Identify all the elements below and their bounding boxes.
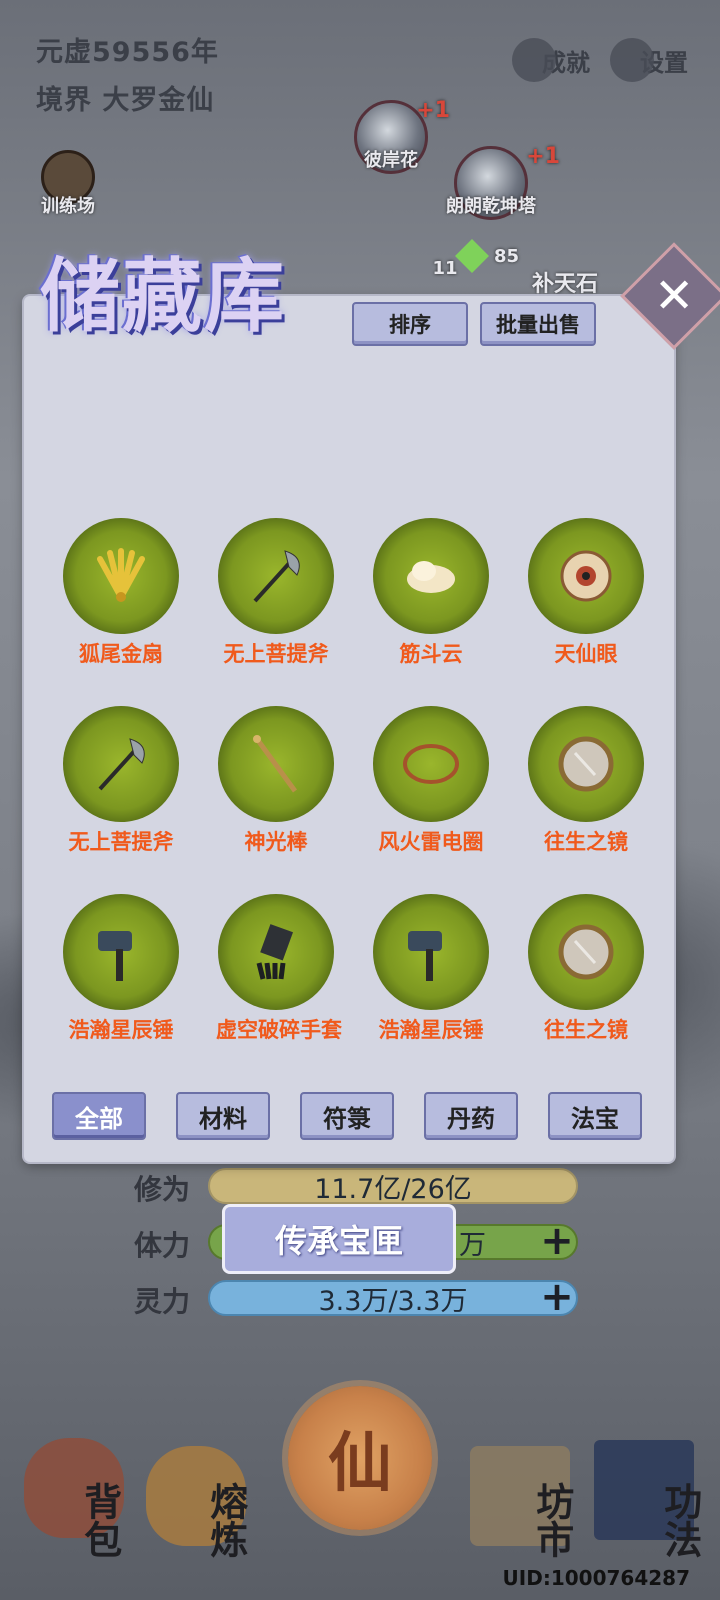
item-frame — [528, 894, 644, 1010]
user-id: UID:1000764287 — [502, 1566, 690, 1590]
realm-label: 境界 — [36, 85, 92, 116]
item-slot[interactable]: 往生之镜 — [526, 706, 646, 856]
eye-icon — [560, 550, 612, 602]
item-name: 无上菩提斧 — [68, 830, 174, 854]
item-frame — [528, 518, 644, 634]
floater-tower[interactable]: +1 朗朗乾坤塔 — [436, 144, 560, 220]
item-frame — [373, 706, 489, 822]
item-slot[interactable]: 浩瀚星辰锤 — [61, 894, 181, 1044]
game-year: 元虚59556年 — [36, 37, 219, 68]
tab-materials[interactable]: 材料 — [176, 1092, 270, 1140]
gauntlet-icon — [256, 924, 294, 980]
item-slot[interactable]: 天仙眼 — [526, 518, 646, 668]
item-name: 狐尾金扇 — [79, 642, 163, 666]
item-slot[interactable]: 往生之镜 — [526, 894, 646, 1044]
jade-icon — [455, 239, 489, 273]
stamina-plus-button[interactable]: + — [535, 1218, 579, 1264]
item-count-badge: 11 — [432, 258, 458, 279]
stamina-label: 体力 — [134, 1229, 191, 1262]
axe-icon — [253, 550, 300, 603]
hammer-icon — [98, 931, 132, 981]
floater-bianhua[interactable]: +1 彼岸花 — [346, 98, 450, 174]
item-slot[interactable]: 无上菩提斧 — [61, 706, 181, 856]
item-name: 神光棒 — [244, 830, 308, 854]
item-name: 浩瀚星辰锤 — [378, 1018, 484, 1042]
bulk-sell-button[interactable]: 批量出售 — [480, 302, 596, 346]
tab-all[interactable]: 全部 — [52, 1092, 146, 1140]
item-slot[interactable]: 浩瀚星辰锤 — [371, 894, 491, 1044]
item-name: 往生之镜 — [544, 830, 628, 854]
nav-center-xian[interactable]: 仙 — [288, 1386, 432, 1530]
legacy-box-button[interactable]: 传承宝匣 — [222, 1204, 456, 1274]
nav-market[interactable]: 坊市 — [530, 1482, 574, 1558]
moon-star-icon — [512, 38, 556, 82]
ring-icon — [403, 744, 459, 784]
sort-button[interactable]: 排序 — [352, 302, 468, 346]
item-frame — [218, 894, 334, 1010]
item-slot[interactable]: 风火雷电圈 — [371, 706, 491, 856]
mirror-icon — [558, 736, 614, 792]
realm-value: 大罗金仙 — [102, 85, 215, 116]
cloud-icon — [407, 561, 455, 593]
nav-bag[interactable]: 背包 — [78, 1482, 122, 1558]
category-tabs: 全部 材料 符箓 丹药 法宝 — [52, 1092, 642, 1140]
item-name: 风火雷电圈 — [378, 830, 484, 854]
cultivation-label: 修为 — [134, 1173, 191, 1206]
achievements-button[interactable]: 成就 — [506, 30, 596, 90]
item-frame — [218, 518, 334, 634]
item-frame — [373, 894, 489, 1010]
cultivation-bar: 11.7亿/26亿 — [208, 1168, 578, 1205]
fan-icon — [97, 548, 145, 602]
item-name: 筋斗云 — [399, 642, 463, 666]
item-scroll-area[interactable]: 狐尾金扇 无上菩提斧 筋斗云 天仙眼 无上菩提斧 神光棒 风火雷电圈 往生之镜 浩瀚星辰锤 虚空破… — [24, 392, 674, 1057]
close-icon: ✕ — [653, 268, 695, 324]
item-slot[interactable]: 神光棒 — [216, 706, 336, 856]
item-frame — [63, 894, 179, 1010]
floater-butianshi[interactable]: 补天石 — [515, 266, 615, 298]
item-slot[interactable]: 虚空破碎手套 — [216, 894, 342, 1044]
item-slot[interactable]: 无上菩提斧 — [216, 518, 336, 668]
axe-icon — [98, 738, 145, 791]
item-slot[interactable]: 狐尾金扇 — [61, 518, 181, 668]
item-name: 浩瀚星辰锤 — [68, 1018, 174, 1042]
spirit-label: 灵力 — [134, 1285, 191, 1318]
tab-talismans[interactable]: 符箓 — [300, 1092, 394, 1140]
item-grid: 狐尾金扇 无上菩提斧 筋斗云 天仙眼 无上菩提斧 神光棒 风火雷电圈 往生之镜 浩瀚星辰锤 虚空破… — [61, 518, 644, 1057]
spirit-plus-button[interactable]: + — [535, 1274, 579, 1320]
storage-panel: 狐尾金扇 无上菩提斧 筋斗云 天仙眼 无上菩提斧 神光棒 风火雷电圈 往生之镜 浩瀚星辰锤 虚空破… — [24, 296, 674, 1162]
item-slot[interactable]: 筋斗云 — [371, 518, 491, 668]
settings-button[interactable]: 设置 — [604, 30, 694, 90]
tab-treasures[interactable]: 法宝 — [548, 1092, 642, 1140]
item-name: 无上菩提斧 — [223, 642, 329, 666]
item-frame — [63, 518, 179, 634]
item-frame — [373, 518, 489, 634]
staff-icon — [253, 735, 298, 793]
realm-line: 境界 大罗金仙 — [36, 78, 214, 117]
hammer-icon — [408, 931, 442, 981]
item-name: 往生之镜 — [544, 1018, 628, 1042]
item-name: 虚空破碎手套 — [216, 1018, 342, 1042]
item-name: 天仙眼 — [554, 642, 618, 666]
mirror-icon — [558, 924, 614, 980]
tab-pills[interactable]: 丹药 — [424, 1092, 518, 1140]
nav-skills[interactable]: 功法 — [658, 1482, 702, 1558]
panel-title: 储藏库 — [40, 249, 286, 343]
floater-training[interactable]: 训练场 — [30, 150, 106, 218]
currency-display: 85 — [455, 239, 610, 273]
gear-icon — [610, 38, 654, 82]
nav-smelt[interactable]: 熔炼 — [204, 1482, 248, 1558]
spirit-bar: 3.3万/3.3万 — [208, 1280, 578, 1317]
item-frame — [63, 706, 179, 822]
item-frame — [528, 706, 644, 822]
item-frame — [218, 706, 334, 822]
